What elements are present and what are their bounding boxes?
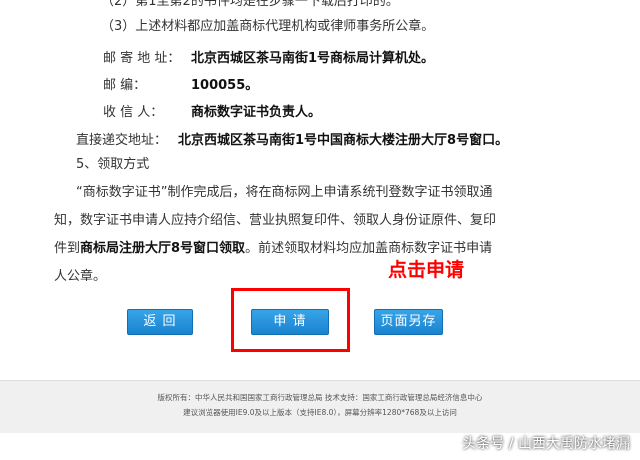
paragraph-text: 。前述领取材料均应加盖商标数字证书申请 (245, 241, 493, 256)
paragraph-line: 人公章。 (54, 269, 107, 284)
paragraph-line: 件到商标局注册大厅8号窗口领取。前述领取材料均应加盖商标数字证书申请 (54, 240, 492, 258)
footer-copyright: 版权所有：中华人民共和国国家工商行政管理总局 技术支持：国家工商行政管理总局经济… (157, 393, 483, 402)
pickup-location-highlight: 商标局注册大厅8号窗口领取 (80, 241, 246, 256)
postcode-label: 邮 编： (103, 78, 147, 93)
section-title-pickup: 5、领取方式 (76, 157, 150, 172)
footer-browser-note: 建议浏览器使用IE9.0及以上版本（支持IE8.0），屏幕分辨率1280*768… (183, 408, 457, 417)
material-note-3: （3）上述材料都应加盖商标代理机构或律师事务所公章。 (101, 19, 435, 34)
paragraph-line: 知，数字证书申请人应持介绍信、营业执照复印件、领取人身份证原件、复印 (54, 213, 497, 228)
postcode-value: 100055。 (191, 78, 259, 93)
footer: 版权所有：中华人民共和国国家工商行政管理总局 技术支持：国家工商行政管理总局经济… (0, 380, 640, 433)
back-button[interactable]: 返 回 (127, 309, 193, 335)
recipient-label: 收 信 人： (103, 105, 164, 120)
material-note-2: （2）第1至第2的书件均是在步骤一下载后打印的。 (101, 0, 399, 9)
direct-address-label: 直接递交地址： (76, 133, 168, 148)
save-page-button[interactable]: 页面另存 (374, 309, 443, 335)
paragraph-line: “商标数字证书”制作完成后，将在商标网上申请系统刊登数字证书领取通 (76, 185, 493, 200)
direct-address-value: 北京西城区茶马南街1号中国商标大楼注册大厅8号窗口。 (178, 133, 509, 148)
mail-address-value: 北京西城区茶马南街1号商标局计算机处。 (191, 51, 435, 66)
watermark: 头条号 / 山西大禹防水堵漏 (462, 436, 630, 452)
click-apply-annotation: 点击申请 (388, 259, 465, 281)
apply-button[interactable]: 申 请 (251, 309, 329, 335)
paragraph-text: 件到 (54, 241, 81, 256)
recipient-value: 商标数字证书负责人。 (191, 105, 322, 120)
mail-address-label: 邮 寄 地 址： (103, 51, 181, 66)
document-content: （2）第1至第2的书件均是在步骤一下载后打印的。 （3）上述材料都应加盖商标代理… (0, 0, 640, 380)
